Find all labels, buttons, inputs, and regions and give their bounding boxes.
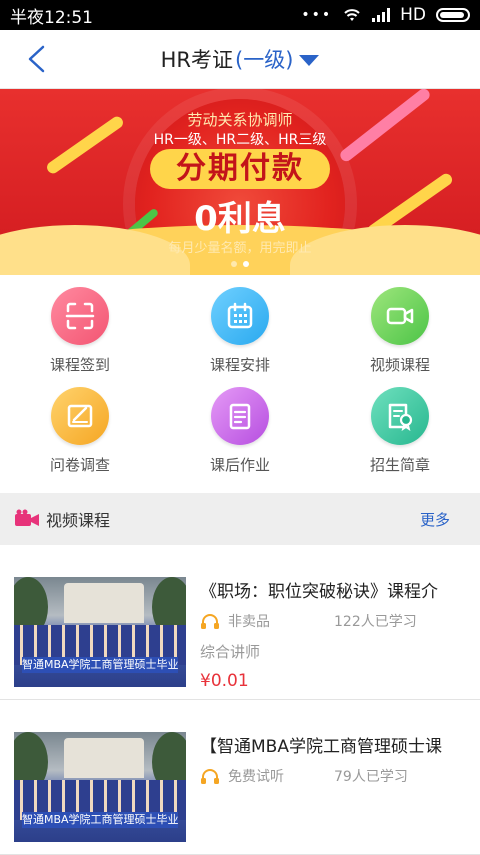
grid-item-homework[interactable]: 课后作业 xyxy=(160,387,320,487)
edit-form-icon xyxy=(51,387,109,445)
battery-icon xyxy=(436,8,470,22)
grid-label: 课程安排 xyxy=(209,356,270,374)
document-icon xyxy=(211,387,269,445)
page-title: HR考证 xyxy=(160,48,233,72)
headphones-icon xyxy=(201,769,219,784)
video-camera-icon xyxy=(371,287,429,345)
wifi-icon xyxy=(344,9,360,21)
video-icon xyxy=(14,509,40,529)
status-icons: ••• HD xyxy=(301,5,470,25)
course-meta: 免费试听 xyxy=(200,766,284,786)
banner-line2: HR一级、HR二级、HR三级 xyxy=(153,132,327,148)
chevron-left-icon xyxy=(28,45,45,73)
grid-item-admission-guide[interactable]: 招生简章 xyxy=(320,387,480,487)
grid-item-survey[interactable]: 问卷调查 xyxy=(0,387,160,487)
promo-banner[interactable]: 劳动关系协调师 HR一级、HR二级、HR三级 分期付款 0利息 每月少量名额，用… xyxy=(0,89,480,275)
level-label: (一级) xyxy=(235,48,294,72)
notification-dots-icon: ••• xyxy=(301,7,333,23)
signal-icon xyxy=(372,8,391,22)
scan-icon xyxy=(51,287,109,345)
grid-label: 问卷调查 xyxy=(49,456,110,474)
grid-item-video-courses[interactable]: 视频课程 xyxy=(320,287,480,387)
grid-label: 招生简章 xyxy=(369,456,430,474)
course-thumbnail: 智通MBA学院工商管理硕士毕业典礼 xyxy=(14,732,186,842)
thumb-building xyxy=(64,738,144,778)
top-navigation-bar: HR考证 (一级) xyxy=(0,30,480,89)
status-bar: 半夜12:51 ••• HD xyxy=(0,0,480,30)
course-title: 《职场：职位突破秘诀》课程介 xyxy=(200,582,438,602)
section-title: 视频课程 xyxy=(46,511,111,530)
course-item[interactable]: 智通MBA学院工商管理硕士毕业典礼 【智通MBA学院工商管理硕士课 免费试听 7… xyxy=(0,700,480,855)
caret-down-icon xyxy=(299,54,320,66)
carousel-dot[interactable] xyxy=(231,261,237,267)
function-grid: 课程签到 课程安排 视频课程 问卷调查 课后作业 招生简章 xyxy=(0,275,480,487)
carousel-indicator xyxy=(0,261,480,267)
grid-item-course-schedule[interactable]: 课程安排 xyxy=(160,287,320,387)
more-link[interactable]: 更多 xyxy=(420,509,466,530)
course-tag: 非卖品 xyxy=(228,614,270,630)
course-meta: 非卖品 xyxy=(200,611,270,631)
thumb-building xyxy=(64,583,144,623)
video-section-header: 视频课程 更多 xyxy=(0,493,480,545)
grid-label: 课后作业 xyxy=(209,456,270,474)
carousel-dot[interactable] xyxy=(243,261,249,267)
course-teacher: 综合讲师 xyxy=(200,643,261,661)
thumb-caption: 智通MBA学院工商管理硕士毕业典礼 xyxy=(22,812,178,828)
course-title: 【智通MBA学院工商管理硕士课 xyxy=(200,737,442,757)
banner-headline: 分期付款 xyxy=(150,149,330,189)
course-thumbnail: 智通MBA学院工商管理硕士毕业典礼 xyxy=(14,577,186,687)
grid-label: 课程签到 xyxy=(49,356,110,374)
course-level-selector[interactable]: HR考证 (一级) xyxy=(161,44,320,74)
headphones-icon xyxy=(201,614,219,629)
status-time: 半夜12:51 xyxy=(10,7,93,28)
banner-zero-interest: 0利息 xyxy=(194,199,286,239)
calendar-icon xyxy=(211,287,269,345)
course-learners: 122人已学习 xyxy=(334,614,417,630)
grid-item-course-checkin[interactable]: 课程签到 xyxy=(0,287,160,387)
banner-line1: 劳动关系协调师 xyxy=(187,111,293,129)
course-item[interactable]: 智通MBA学院工商管理硕士毕业典礼 《职场：职位突破秘诀》课程介 非卖品 122… xyxy=(0,545,480,700)
course-price: ¥0.01 xyxy=(200,671,249,691)
course-learners: 79人已学习 xyxy=(334,769,408,785)
thumb-caption: 智通MBA学院工商管理硕士毕业典礼 xyxy=(22,657,178,673)
back-button[interactable] xyxy=(18,40,54,78)
certificate-icon xyxy=(371,387,429,445)
grid-label: 视频课程 xyxy=(369,356,430,374)
banner-footer: 每月少量名额，用完即止 xyxy=(168,241,312,256)
network-type: HD xyxy=(400,5,426,25)
course-tag: 免费试听 xyxy=(228,769,284,785)
